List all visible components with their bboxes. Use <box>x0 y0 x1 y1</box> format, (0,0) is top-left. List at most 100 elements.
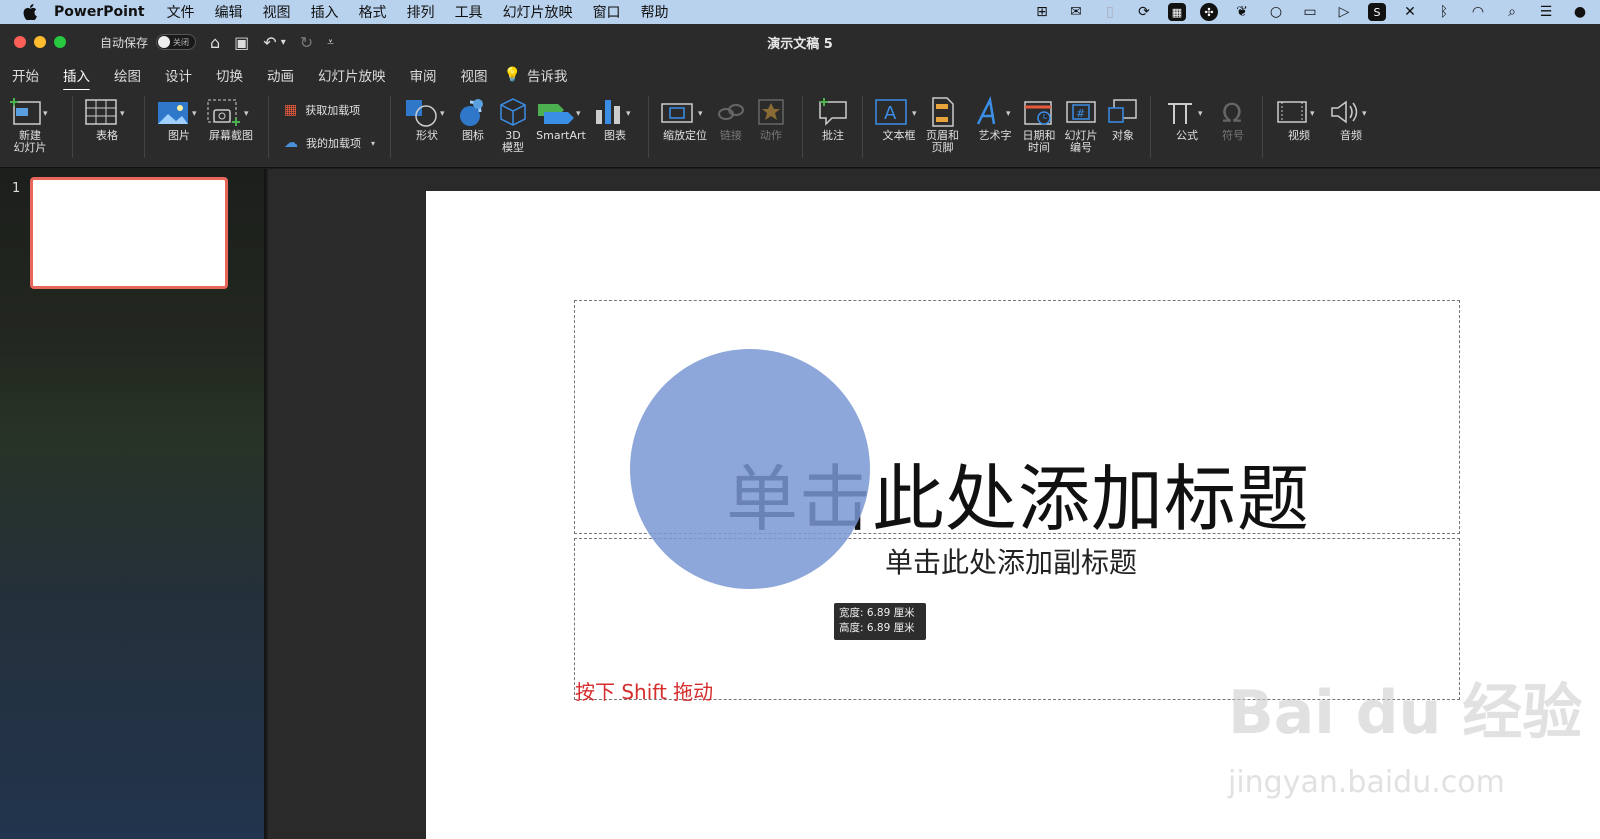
undo-dropdown-icon[interactable]: ▾ <box>281 37 286 48</box>
menu-edit[interactable]: 编辑 <box>215 2 243 22</box>
svg-text:Ω: Ω <box>1222 99 1242 128</box>
shift-drag-annotation: 按下 Shift 拖动 <box>575 680 714 704</box>
app-grid-icon[interactable]: ▦ <box>1168 3 1186 21</box>
store-icon: ▦ <box>284 102 298 118</box>
slide-number-button[interactable]: # 幻灯片 编号 <box>1064 94 1098 154</box>
minimize-window-button[interactable] <box>34 36 46 48</box>
comment-button[interactable]: 批注 <box>816 94 850 142</box>
picture-button[interactable]: ▾ 图片 <box>156 94 202 142</box>
play-icon[interactable]: ▷ <box>1334 2 1354 22</box>
siri-icon[interactable]: ● <box>1570 2 1590 22</box>
zoom-button[interactable]: ▾ 缩放定位 <box>660 94 710 142</box>
tooltip-height: 高度: 6.89 厘米 <box>839 622 915 634</box>
tab-animations[interactable]: 动画 <box>267 61 294 89</box>
sync-icon[interactable]: ⟳ <box>1134 2 1154 22</box>
menu-arrange[interactable]: 排列 <box>407 2 435 22</box>
wordart-button[interactable]: ▾ 艺术字 <box>972 94 1018 142</box>
autosave-toggle[interactable]: 关闭 <box>156 34 197 50</box>
tab-transitions[interactable]: 切换 <box>216 61 243 89</box>
tell-me-search[interactable]: 💡 告诉我 <box>504 65 568 85</box>
tab-view[interactable]: 视图 <box>461 61 488 89</box>
svg-text:▾: ▾ <box>626 109 631 119</box>
search-icon[interactable]: ⌕ <box>1502 2 1522 22</box>
audio-button[interactable]: ▾ 音频 <box>1328 94 1374 142</box>
fan-icon[interactable]: ✣ <box>1200 3 1218 21</box>
circle-icon[interactable]: ○ <box>1266 2 1286 22</box>
screenshot-button[interactable]: ▾ 屏幕截图 <box>206 94 256 142</box>
new-slide-button[interactable]: ▾ 新建 幻灯片 <box>10 94 50 154</box>
tab-insert[interactable]: 插入 <box>63 61 90 92</box>
undo-icon[interactable]: ↶ <box>263 33 276 52</box>
screen-icon[interactable]: ▭ <box>1300 2 1320 22</box>
svg-text:▾: ▾ <box>698 109 703 119</box>
object-button[interactable]: 对象 <box>1106 94 1140 142</box>
close-window-button[interactable] <box>14 36 26 48</box>
menu-window[interactable]: 窗口 <box>593 2 621 22</box>
3d-model-button[interactable]: 3D 模型 <box>498 94 528 154</box>
svg-text:▾: ▾ <box>1198 109 1203 119</box>
control-center-icon[interactable]: ☰ <box>1536 2 1556 22</box>
tab-home[interactable]: 开始 <box>12 61 39 89</box>
ribbon-tabs: 开始 插入 绘图 设计 切换 动画 幻灯片放映 审阅 视图 💡 告诉我 <box>0 60 1600 92</box>
mute-icon[interactable]: ✕ <box>1400 2 1420 22</box>
slide-thumbnail[interactable] <box>30 177 228 289</box>
get-addins-button[interactable]: ▦ 获取加载项 <box>284 102 360 118</box>
tab-slideshow[interactable]: 幻灯片放映 <box>318 61 386 89</box>
s-app-icon[interactable]: S <box>1368 3 1386 21</box>
wifi-icon[interactable]: ◠ <box>1468 2 1488 22</box>
separator <box>1150 96 1151 158</box>
zoom-window-button[interactable] <box>54 36 66 48</box>
comment-label: 批注 <box>822 129 844 142</box>
apple-icon[interactable] <box>22 4 38 20</box>
action-button[interactable]: 动作 <box>756 94 786 142</box>
tab-design[interactable]: 设计 <box>165 61 192 89</box>
equation-button[interactable]: ▾ 公式 <box>1164 94 1210 142</box>
link-button[interactable]: 链接 <box>716 94 746 142</box>
save-icon[interactable]: ▣ <box>234 33 249 52</box>
home-icon[interactable]: ⌂ <box>210 33 220 52</box>
leaf-icon[interactable]: ❦ <box>1232 2 1252 22</box>
shapes-button[interactable]: ▾ 形状 <box>404 94 450 142</box>
tab-draw[interactable]: 绘图 <box>114 61 141 89</box>
icons-button[interactable]: 图标 <box>456 94 490 142</box>
menu-insert[interactable]: 插入 <box>311 2 339 22</box>
my-addins-button[interactable]: ☁ 我的加载项 ▾ <box>284 135 375 151</box>
chart-button[interactable]: ▾ 图表 <box>592 94 638 142</box>
separator <box>268 96 269 158</box>
wechat-icon[interactable]: ✉ <box>1066 2 1086 22</box>
menu-format[interactable]: 格式 <box>359 2 387 22</box>
menu-tools[interactable]: 工具 <box>455 2 483 22</box>
tab-review[interactable]: 审阅 <box>410 61 437 89</box>
redo-icon[interactable]: ↻ <box>300 33 313 52</box>
menu-file[interactable]: 文件 <box>167 2 195 22</box>
menu-help[interactable]: 帮助 <box>641 2 669 22</box>
circle-shape[interactable] <box>630 349 870 589</box>
svg-text:▾: ▾ <box>192 109 197 119</box>
smartart-button[interactable]: ▾ SmartArt <box>536 94 586 142</box>
baidu-watermark-url: jingyan.baidu.com <box>1228 765 1505 800</box>
header-footer-button[interactable]: 页眉和 页脚 <box>926 94 959 154</box>
menu-slideshow[interactable]: 幻灯片放映 <box>503 2 573 22</box>
mac-menu-bar: PowerPoint 文件 编辑 视图 插入 格式 排列 工具 幻灯片放映 窗口… <box>0 0 1600 24</box>
link-label: 链接 <box>720 129 742 142</box>
app-menu-powerpoint[interactable]: PowerPoint <box>54 4 145 20</box>
customize-toolbar-icon[interactable]: ⩡ <box>327 35 334 50</box>
addins-icon: ☁ <box>284 135 298 151</box>
input-method-icon[interactable]: ⊞ <box>1032 2 1052 22</box>
get-addins-label: 获取加载项 <box>305 104 361 117</box>
action-label: 动作 <box>760 129 782 142</box>
table-button[interactable]: ▾ 表格 <box>84 94 130 142</box>
symbol-button[interactable]: Ω 符号 <box>1218 94 1248 142</box>
picture-icon: ▾ <box>156 94 202 130</box>
usb-icon[interactable]: ▯ <box>1100 2 1120 22</box>
new-slide-icon: ▾ <box>10 94 50 130</box>
slide-number-label: 幻灯片 编号 <box>1064 129 1098 154</box>
date-time-button[interactable]: 日期和 时间 <box>1022 94 1056 154</box>
screenshot-label: 屏幕截图 <box>209 129 253 142</box>
audio-label: 音频 <box>1340 129 1362 142</box>
bluetooth-icon[interactable]: ᛒ <box>1434 2 1454 22</box>
textbox-button[interactable]: A ▾ 文本框 <box>874 94 924 142</box>
video-button[interactable]: ▾ 视频 <box>1276 94 1322 142</box>
menu-view[interactable]: 视图 <box>263 2 291 22</box>
cube-icon <box>498 94 528 130</box>
